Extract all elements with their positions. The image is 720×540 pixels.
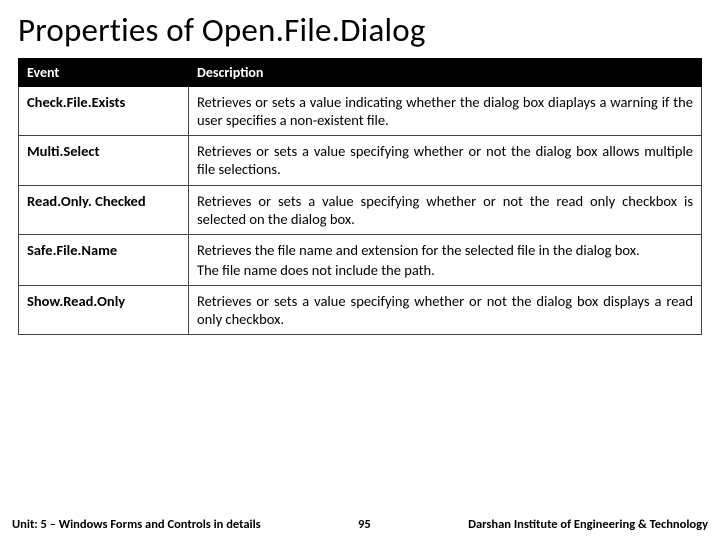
table-row: Read.Only. Checked Retrieves or sets a v…: [19, 185, 702, 234]
cell-description: Retrieves or sets a value indicating whe…: [189, 87, 702, 136]
col-header-description: Description: [189, 59, 702, 87]
cell-description-line2: The file name does not include the path.: [197, 261, 693, 279]
table-row: Check.File.Exists Retrieves or sets a va…: [19, 87, 702, 136]
cell-event: Read.Only. Checked: [19, 185, 189, 234]
footer-unit: Unit: 5 – Windows Forms and Controls in …: [12, 517, 261, 532]
footer-page-number: 95: [261, 517, 468, 532]
table-row: Show.Read.Only Retrieves or sets a value…: [19, 286, 702, 335]
cell-event: Check.File.Exists: [19, 87, 189, 136]
cell-description: Retrieves or sets a value specifying whe…: [189, 136, 702, 185]
table-row: Multi.Select Retrieves or sets a value s…: [19, 136, 702, 185]
footer: Unit: 5 – Windows Forms and Controls in …: [0, 517, 720, 532]
cell-event: Show.Read.Only: [19, 286, 189, 335]
properties-table: Event Description Check.File.Exists Retr…: [18, 58, 702, 335]
cell-description-line1: Retrieves the file name and extension fo…: [197, 241, 640, 259]
col-header-event: Event: [19, 59, 189, 87]
page-title: Properties of Open.File.Dialog: [18, 10, 702, 50]
cell-description: Retrieves or sets a value specifying whe…: [189, 185, 702, 234]
cell-description: Retrieves or sets a value specifying whe…: [189, 286, 702, 335]
footer-organization: Darshan Institute of Engineering & Techn…: [468, 517, 708, 532]
cell-event: Safe.File.Name: [19, 234, 189, 285]
cell-description: Retrieves the file name and extension fo…: [189, 234, 702, 285]
table-header-row: Event Description: [19, 59, 702, 87]
cell-event: Multi.Select: [19, 136, 189, 185]
table-row: Safe.File.Name Retrieves the file name a…: [19, 234, 702, 285]
slide: Properties of Open.File.Dialog Event Des…: [0, 0, 720, 540]
